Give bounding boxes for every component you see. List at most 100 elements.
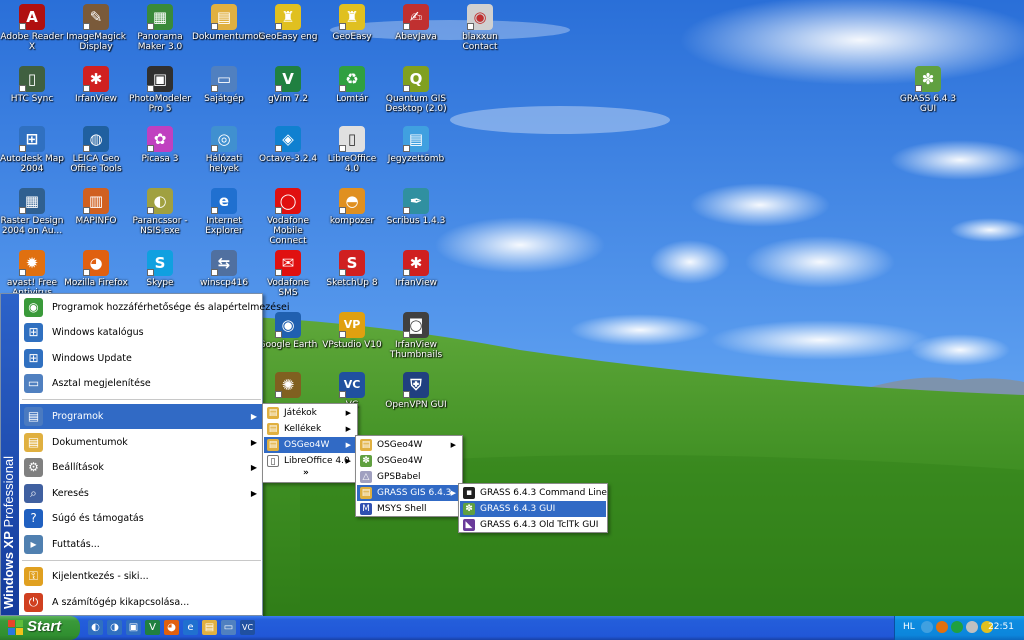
desktop-icon-label: Parancssor - NSIS.exe	[132, 216, 188, 236]
desktop-icon-firefox[interactable]: ◕ Mozilla Firefox	[64, 250, 128, 288]
start-item-windows-update[interactable]: ⊞ Windows Update	[20, 346, 263, 371]
desktop-icon-irfanview-2[interactable]: ✱ IrfanView	[384, 250, 448, 288]
gvim-icon[interactable]: V	[145, 620, 160, 635]
desktop-icon-libreoffice[interactable]: ▯ LibreOffice 4.0	[320, 126, 384, 174]
desktop-icon-adobe-reader[interactable]: A Adobe Reader X	[0, 4, 64, 52]
my-documents-icon: ▤	[211, 4, 237, 30]
desktop-icon-winscp[interactable]: ⇆ winscp416	[192, 250, 256, 288]
desktop-icon-sketchup[interactable]: S SketchUp 8	[320, 250, 384, 288]
desktop-icon-mapinfo[interactable]: ▥ MAPINFO	[64, 188, 128, 226]
desktop-icon-my-computer[interactable]: ▭ Sajátgép	[192, 66, 256, 104]
firefox-icon[interactable]: ◕	[164, 620, 179, 635]
desktop-icon-leica-geo[interactable]: ◍ LEICA Geo Office Tools	[64, 126, 128, 174]
quicklaunch-icon[interactable]: ◑	[107, 620, 122, 635]
desktop-icon-qgis[interactable]: Q Quantum GIS Desktop (2.0)	[384, 66, 448, 114]
desktop-icon-avast[interactable]: ✹ avast! Free Antivirus	[0, 250, 64, 298]
quicklaunch-icon[interactable]: ▣	[126, 620, 141, 635]
geoeasy-icon: ♜	[275, 4, 301, 30]
winscp-icon: ⇆	[211, 250, 237, 276]
start-item-label: Programok hozzáférhetősége és alapértelm…	[52, 302, 290, 313]
desktop-icon-autodesk-map[interactable]: ⊞ Autodesk Map 2004	[0, 126, 64, 174]
desktop-icon-label: VPstudio V10	[322, 340, 382, 350]
start-item-settings[interactable]: ⚙ Beállítások ▶	[20, 455, 263, 480]
desktop-icon-notepad[interactable]: ▤ Jegyzettömb	[384, 126, 448, 164]
desktop-icon-irfanview[interactable]: ✱ IrfanView	[64, 66, 128, 104]
desktop-icon-vodafone-sms[interactable]: ✉ Vodafone SMS	[256, 250, 320, 298]
start-item-show-desktop[interactable]: ▭ Asztal megjelenítése	[20, 371, 263, 396]
desktop-icon-label: OpenVPN GUI	[385, 400, 447, 410]
programs-item-accessories[interactable]: ▤ Kellékek ▶	[264, 421, 356, 437]
start-item-search[interactable]: ⌕ Keresés ▶	[20, 481, 263, 506]
programs-item-osgeo4w[interactable]: ▤ OSGeo4W ▶	[264, 437, 356, 453]
osgeo-item-grass[interactable]: ▤ GRASS GIS 6.4.3 ▶	[357, 485, 461, 501]
desktop-icon-geoeasy[interactable]: ♜ GeoEasy	[320, 4, 384, 42]
desktop-icon-label: ImageMagick Display	[66, 32, 126, 52]
desktop-icon-picasa[interactable]: ✿ Picasa 3	[128, 126, 192, 164]
osgeo-item-folder[interactable]: ▤ OSGeo4W ▶	[357, 437, 461, 453]
desktop-icon-kompozer[interactable]: ◓ kompozer	[320, 188, 384, 226]
folder-icon: ▤	[360, 487, 372, 499]
desktop-icon-octave[interactable]: ◈ Octave-3.2.4	[256, 126, 320, 164]
quicklaunch-icon[interactable]: ▭	[221, 620, 236, 635]
folder-icon[interactable]: ▤	[202, 620, 217, 635]
osgeo-item-shell[interactable]: ✽ OSGeo4W	[357, 453, 461, 469]
clock[interactable]: 22:51	[988, 622, 1014, 632]
desktop-icon-skype[interactable]: S Skype	[128, 250, 192, 288]
desktop-icon-vpstudio[interactable]: VP VPstudio V10	[320, 312, 384, 350]
start-item-logoff[interactable]: ⚿ Kijelentkezés - siki...	[20, 564, 263, 589]
volume-icon[interactable]	[966, 621, 978, 633]
desktop-icon-internet-explorer[interactable]: e Internet Explorer	[192, 188, 256, 236]
start-item-documents[interactable]: ▤ Dokumentumok ▶	[20, 430, 263, 455]
expand-menu-chevron-icon[interactable]: »	[303, 468, 309, 478]
desktop-icon-label: Dokumentumok	[192, 32, 264, 42]
desktop-icon-label: IrfanView	[74, 94, 118, 104]
grass-item-command-line[interactable]: ▪ GRASS 6.4.3 Command Line	[460, 485, 607, 501]
desktop-icon-geoeasy-eng[interactable]: ♜ GeoEasy eng	[256, 4, 320, 42]
start-item-run[interactable]: ▸ Futtatás...	[20, 532, 263, 557]
desktop-icon-scribus[interactable]: ✒ Scribus 1.4.3	[384, 188, 448, 226]
submenu-arrow-icon: ▶	[345, 425, 351, 433]
start-button[interactable]: Start	[0, 616, 80, 640]
desktop-icon-grass-gui[interactable]: ✽ GRASS 6.4.3 GUI	[896, 66, 960, 114]
desktop-icon-abevjava[interactable]: ✍ AbevJava	[384, 4, 448, 42]
desktop-icon-blaxxun[interactable]: ◉ blaxxun Contact	[448, 4, 512, 52]
gvim-icon: V	[275, 66, 301, 92]
osgeo-item-msys[interactable]: M MSYS Shell	[357, 501, 461, 517]
programs-item-games[interactable]: ▤ Játékok ▶	[264, 405, 356, 421]
desktop-icon-htc-sync[interactable]: ▯ HTC Sync	[0, 66, 64, 104]
desktop-icon-irfanview-thumbnails[interactable]: ◙ IrfanView Thumbnails	[384, 312, 448, 360]
desktop-icon-dokumentumok[interactable]: ▤ Dokumentumok	[192, 4, 264, 42]
language-indicator[interactable]: HL	[903, 622, 915, 632]
desktop-icon-nsis[interactable]: ◐ Parancssor - NSIS.exe	[128, 188, 192, 236]
osgeo-item-gpsbabel[interactable]: △ GPSBabel	[357, 469, 461, 485]
desktop-icon-grass-gis[interactable]: ✺	[256, 372, 320, 400]
grass-item-gui[interactable]: ✽ GRASS 6.4.3 GUI	[460, 501, 606, 517]
desktop-icon-recycle-bin[interactable]: ♻ Lomtár	[320, 66, 384, 104]
desktop-icon-label: IrfanView Thumbnails	[389, 340, 443, 360]
desktop-icon-photomodeler[interactable]: ▣ PhotoModeler Pro 5	[128, 66, 192, 114]
start-item-program-access[interactable]: ◉ Programok hozzáférhetősége és alapérte…	[20, 295, 290, 320]
desktop-icon-raster-design[interactable]: ▦ Raster Design 2004 on Au...	[0, 188, 64, 236]
update-icon[interactable]	[951, 621, 963, 633]
start-menu: Windows XP Professional ◉ Programok hozz…	[0, 293, 290, 616]
grass-item-label: GRASS 6.4.3 Old TclTk GUI	[480, 520, 599, 530]
desktop-icon-panorama-maker[interactable]: ▦ Panorama Maker 3.0	[128, 4, 192, 52]
desktop-icon-vodafone[interactable]: ◯ Vodafone Mobile Connect	[256, 188, 320, 246]
start-item-programs[interactable]: ▤ Programok ▶	[20, 404, 263, 429]
libreoffice-icon: ▯	[339, 126, 365, 152]
grass-item-tcltk-gui[interactable]: ◣ GRASS 6.4.3 Old TclTk GUI	[460, 517, 606, 533]
desktop-icon-openvpn[interactable]: ⛨ OpenVPN GUI	[384, 372, 448, 410]
start-item-help[interactable]: ? Súgó és támogatás	[20, 506, 263, 531]
desktop-icon-imagemagick[interactable]: ✎ ImageMagick Display	[64, 4, 128, 52]
desktop-icon-network-places[interactable]: ◎ Hálózati helyek	[192, 126, 256, 174]
vc-icon[interactable]: VC	[240, 620, 255, 635]
system-tray: HL 22:51	[894, 616, 1024, 640]
start-item-windows-catalog[interactable]: ⊞ Windows katalógus	[20, 320, 263, 345]
internet-explorer-icon[interactable]: e	[183, 620, 198, 635]
start-item-shutdown[interactable]: ⏻ A számítógép kikapcsolása...	[20, 590, 263, 615]
antivirus-icon[interactable]	[936, 621, 948, 633]
programs-item-libreoffice[interactable]: ▯ LibreOffice 4.0 ▶	[264, 453, 356, 469]
network-icon[interactable]	[921, 621, 933, 633]
desktop-icon-gvim[interactable]: V gVim 7.2	[256, 66, 320, 104]
quicklaunch-icon[interactable]: ◐	[88, 620, 103, 635]
